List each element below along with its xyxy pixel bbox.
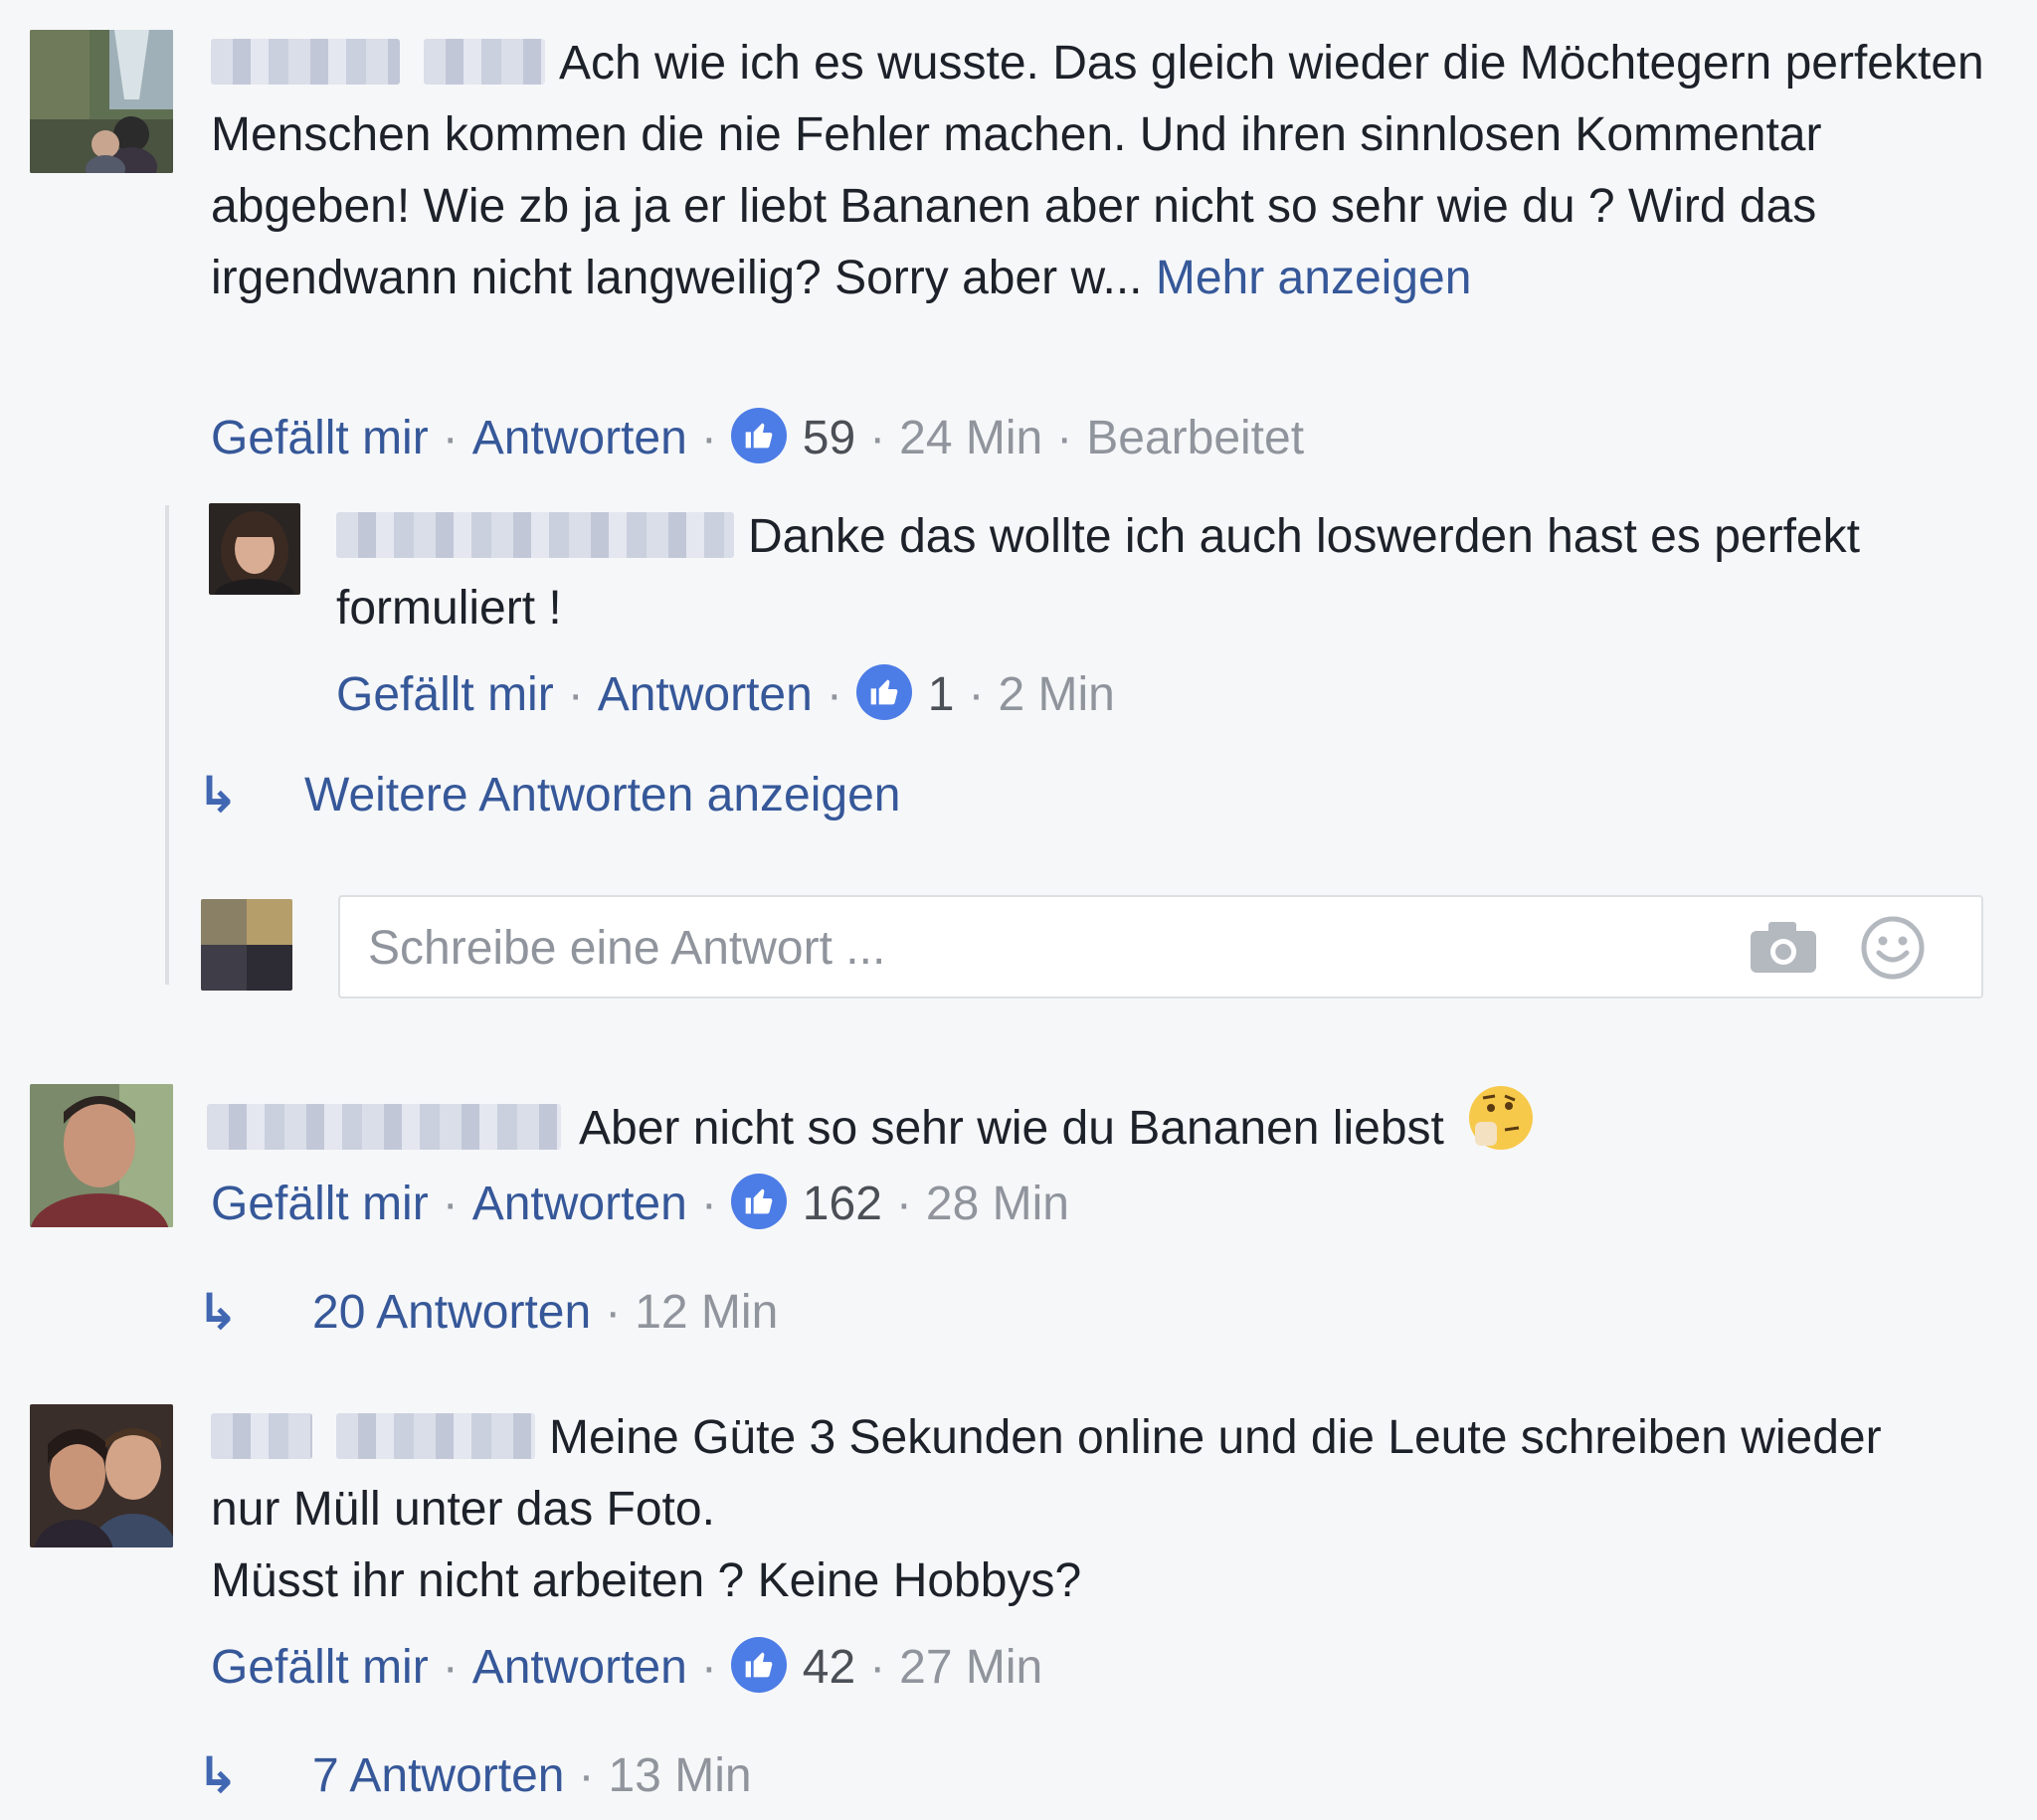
author-name-blurred[interactable] bbox=[424, 39, 545, 85]
like-button[interactable]: Gefällt mir bbox=[211, 1641, 429, 1694]
comment-text: Ach wie ich es wusste. Das gleich wieder… bbox=[211, 28, 2001, 314]
like-count[interactable]: 1 bbox=[928, 668, 955, 721]
reply-button[interactable]: Antworten bbox=[472, 1641, 687, 1694]
like-count[interactable]: 162 bbox=[803, 1178, 882, 1230]
comment-text: Meine Güte 3 Sekunden online und die Leu… bbox=[211, 1402, 1961, 1617]
current-user-avatar bbox=[201, 899, 292, 991]
timestamp[interactable]: 28 Min bbox=[926, 1178, 1069, 1230]
reply-button[interactable]: Antworten bbox=[472, 1178, 687, 1230]
thread-divider bbox=[165, 505, 169, 985]
edited-label[interactable]: Bearbeitet bbox=[1086, 412, 1304, 464]
comment-actions: Gefällt mir · Antworten · 42 · 27 Min bbox=[211, 1637, 1042, 1698]
timestamp[interactable]: 2 Min bbox=[998, 668, 1114, 721]
author-name-blurred[interactable] bbox=[336, 512, 734, 558]
timestamp: 13 Min bbox=[608, 1749, 752, 1802]
comment-actions: Gefällt mir · Antworten · 162 · 28 Min bbox=[211, 1174, 1069, 1234]
reply-arrow-icon: ↳ bbox=[197, 1747, 239, 1803]
like-count[interactable]: 59 bbox=[803, 412, 855, 464]
author-name-blurred[interactable] bbox=[336, 1413, 535, 1459]
reply-arrow-icon: ↳ bbox=[197, 1284, 239, 1340]
view-replies-link[interactable]: 20 Antworten bbox=[312, 1286, 591, 1339]
timestamp: 12 Min bbox=[635, 1286, 779, 1339]
comment-text: Aber nicht so sehr wie du Bananen liebst bbox=[207, 1082, 1997, 1175]
more-link[interactable]: Mehr anzeigen bbox=[1156, 252, 1472, 304]
reply-button[interactable]: Antworten bbox=[472, 412, 687, 464]
author-name-blurred[interactable] bbox=[211, 1413, 312, 1459]
reply-text: Danke das wollte ich auch loswerden hast… bbox=[336, 501, 1888, 644]
thumbs-up-icon[interactable] bbox=[730, 1637, 787, 1693]
author-name-blurred[interactable] bbox=[211, 39, 400, 85]
reply-arrow-icon: ↳ bbox=[197, 767, 239, 822]
comment-actions: Gefällt mir · Antworten · 59 · 24 Min · Bearbeit… bbox=[211, 408, 1304, 468]
reply-button[interactable]: Antworten bbox=[598, 668, 813, 721]
comment-body: Müsst ihr nicht arbeiten ? Keine Hobbys? bbox=[211, 1554, 1082, 1607]
author-name-blurred[interactable] bbox=[207, 1104, 561, 1150]
more-replies-link[interactable]: Weitere Antworten anzeigen bbox=[304, 766, 900, 825]
thumbs-up-icon[interactable] bbox=[855, 664, 912, 720]
reply-input[interactable] bbox=[366, 917, 1713, 979]
smiley-icon[interactable] bbox=[1860, 915, 1926, 986]
comment-body: Aber nicht so sehr wie du Bananen liebst bbox=[579, 1102, 1444, 1155]
avatar[interactable] bbox=[30, 1084, 173, 1227]
replies-summary: 7 Antworten · 13 Min bbox=[312, 1749, 752, 1802]
timestamp[interactable]: 27 Min bbox=[899, 1641, 1042, 1694]
like-count[interactable]: 42 bbox=[803, 1641, 855, 1694]
thinking-face-emoji bbox=[1465, 1082, 1537, 1175]
reply-actions: Gefällt mir · Antworten · 1 · 2 Min bbox=[336, 664, 1115, 725]
replies-summary: 20 Antworten · 12 Min bbox=[312, 1286, 779, 1339]
thumbs-up-icon[interactable] bbox=[730, 1174, 787, 1229]
like-button[interactable]: Gefällt mir bbox=[211, 1178, 429, 1230]
timestamp[interactable]: 24 Min bbox=[899, 412, 1042, 464]
avatar[interactable] bbox=[209, 503, 300, 595]
thumbs-up-icon[interactable] bbox=[730, 408, 787, 463]
like-button[interactable]: Gefällt mir bbox=[336, 668, 554, 721]
view-replies-link[interactable]: 7 Antworten bbox=[312, 1749, 565, 1802]
avatar[interactable] bbox=[30, 1404, 173, 1547]
like-button[interactable]: Gefällt mir bbox=[211, 412, 429, 464]
avatar[interactable] bbox=[30, 30, 173, 173]
reply-composer bbox=[338, 895, 1983, 999]
camera-icon[interactable] bbox=[1749, 919, 1818, 980]
